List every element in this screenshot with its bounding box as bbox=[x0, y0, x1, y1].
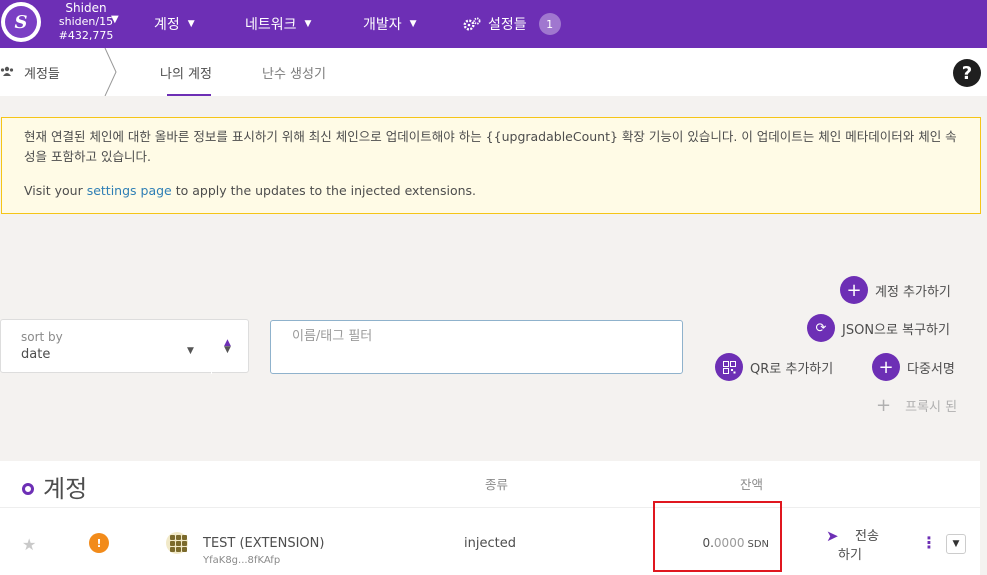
identicon-icon[interactable] bbox=[166, 532, 188, 554]
multisig-label: 다중서명 bbox=[907, 361, 955, 377]
star-icon[interactable]: ★ bbox=[22, 535, 36, 554]
restore-json-button[interactable]: ⟳ JSON으로 복구하기 bbox=[807, 314, 950, 342]
breadcrumb-chevron-icon bbox=[104, 48, 117, 96]
add-account-label: 계정 추가하기 bbox=[875, 284, 951, 300]
breadcrumb: 계정들 bbox=[0, 48, 60, 96]
chain-name: Shiden bbox=[65, 1, 107, 15]
column-balance: 잔액 bbox=[740, 477, 764, 492]
balance-highlight-box: 0.0000 SDN bbox=[653, 501, 782, 572]
sort-divider bbox=[211, 320, 212, 374]
plus-icon: + bbox=[872, 353, 900, 381]
shiden-logo[interactable]: S bbox=[1, 2, 41, 42]
nav-accounts-label: 계정 bbox=[154, 17, 180, 33]
send-button-label-line1[interactable]: 전송 bbox=[855, 525, 879, 544]
sub-navigation-bar: 계정들 나의 계정 난수 생성기 bbox=[0, 48, 987, 96]
sync-icon: ⟳ bbox=[807, 314, 835, 342]
sort-desc-icon: ▼ bbox=[224, 345, 231, 355]
nav-accounts[interactable]: 계정 ▼ bbox=[154, 0, 195, 48]
accounts-title-label: 계정 bbox=[43, 475, 88, 503]
filter-input[interactable]: 이름/태그 필터 bbox=[270, 320, 683, 374]
chevron-down-icon: ▼ bbox=[187, 346, 194, 356]
proxied-label: 프록시 된 bbox=[905, 400, 958, 415]
chevron-down-icon: ▼ bbox=[187, 19, 195, 29]
multisig-button[interactable]: + 다중서명 bbox=[872, 353, 955, 381]
account-name[interactable]: TEST (EXTENSION) bbox=[203, 536, 324, 551]
warning-icon: ! bbox=[89, 533, 109, 553]
help-icon[interactable]: ? bbox=[953, 59, 981, 87]
account-type: injected bbox=[464, 536, 516, 551]
chevron-down-icon: ▼ bbox=[304, 19, 312, 29]
nav-developer-label: 개발자 bbox=[363, 17, 402, 33]
table-row: ★ ! TEST (EXTENSION) YfaK8g...8fKAfp inj… bbox=[0, 507, 980, 575]
plus-icon: + bbox=[840, 276, 868, 304]
banner-suffix: to apply the updates to the injected ext… bbox=[171, 183, 476, 198]
sort-direction-toggle[interactable]: ▲ ▼ bbox=[224, 339, 231, 355]
add-via-qr-label: QR로 추가하기 bbox=[750, 361, 834, 377]
tab-my-accounts-label: 나의 계정 bbox=[160, 66, 212, 82]
plus-icon: + bbox=[876, 395, 892, 416]
tab-vanity-generator[interactable]: 난수 생성기 bbox=[262, 48, 326, 96]
expand-row-button[interactable]: ▼ bbox=[946, 534, 966, 554]
banner-instruction: Visit your settings page to apply the up… bbox=[24, 181, 958, 201]
nav-settings-label: 설정들 bbox=[488, 17, 527, 33]
nav-network-label: 네트워크 bbox=[245, 17, 297, 33]
filter-placeholder: 이름/태그 필터 bbox=[292, 329, 373, 344]
nav-developer[interactable]: 개발자 ▼ bbox=[363, 0, 417, 48]
restore-json-label: JSON으로 복구하기 bbox=[842, 322, 950, 338]
tab-vanity-generator-label: 난수 생성기 bbox=[262, 66, 326, 82]
upgrade-warning-banner: 현재 연결된 체인에 대한 올바른 정보를 표시하기 위해 최신 체인으로 업데… bbox=[1, 117, 981, 214]
add-account-button[interactable]: + 계정 추가하기 bbox=[840, 276, 951, 304]
nav-settings[interactable]: 설정들 1 bbox=[463, 0, 561, 48]
column-type: 종류 bbox=[485, 477, 509, 492]
section-dot-icon bbox=[22, 482, 34, 495]
block-number: #432,775 bbox=[58, 29, 114, 42]
tab-my-accounts[interactable]: 나의 계정 bbox=[160, 48, 212, 96]
send-button-label-line2[interactable]: 하기 bbox=[838, 544, 862, 563]
accounts-title: 계정 bbox=[22, 469, 87, 504]
account-balance: 0.0000 SDN bbox=[702, 536, 769, 550]
settings-count-badge: 1 bbox=[538, 13, 561, 35]
top-navigation-bar: S Shiden shiden/15 #432,775 ▼ 계정 ▼ 네트워크 ▼ … bbox=[0, 0, 987, 48]
shiden-logo-mark: S bbox=[5, 6, 37, 38]
breadcrumb-label: 계정들 bbox=[24, 66, 60, 82]
chevron-down-icon: ▼ bbox=[111, 14, 119, 25]
balance-decimal: 0000 bbox=[713, 536, 745, 550]
users-icon bbox=[0, 65, 14, 79]
more-options-icon[interactable]: ⋮ bbox=[921, 535, 937, 551]
sort-value: date bbox=[21, 347, 51, 362]
sort-dropdown[interactable]: sort by date ▼ ▲ ▼ bbox=[0, 319, 249, 374]
gears-icon bbox=[463, 17, 481, 31]
settings-page-link[interactable]: settings page bbox=[87, 183, 172, 198]
accounts-table-header: 계정 종류 잔액 bbox=[0, 461, 980, 507]
qrcode-icon bbox=[715, 353, 743, 381]
balance-unit: SDN bbox=[747, 539, 769, 550]
balance-integer: 0. bbox=[702, 536, 714, 550]
account-address: YfaK8g...8fKAfp bbox=[203, 555, 281, 566]
nav-network[interactable]: 네트워크 ▼ bbox=[245, 0, 311, 48]
active-tab-indicator bbox=[167, 94, 211, 96]
paper-plane-icon: ➤ bbox=[826, 527, 839, 545]
chevron-down-icon: ▼ bbox=[409, 19, 417, 29]
banner-prefix: Visit your bbox=[24, 183, 87, 198]
add-via-qr-button[interactable]: QR로 추가하기 bbox=[715, 353, 833, 381]
sort-label: sort by bbox=[21, 330, 63, 344]
banner-message: 현재 연결된 체인에 대한 올바른 정보를 표시하기 위해 최신 체인으로 업데… bbox=[24, 129, 957, 164]
proxied-button[interactable]: + 프록시 된 bbox=[876, 395, 957, 416]
